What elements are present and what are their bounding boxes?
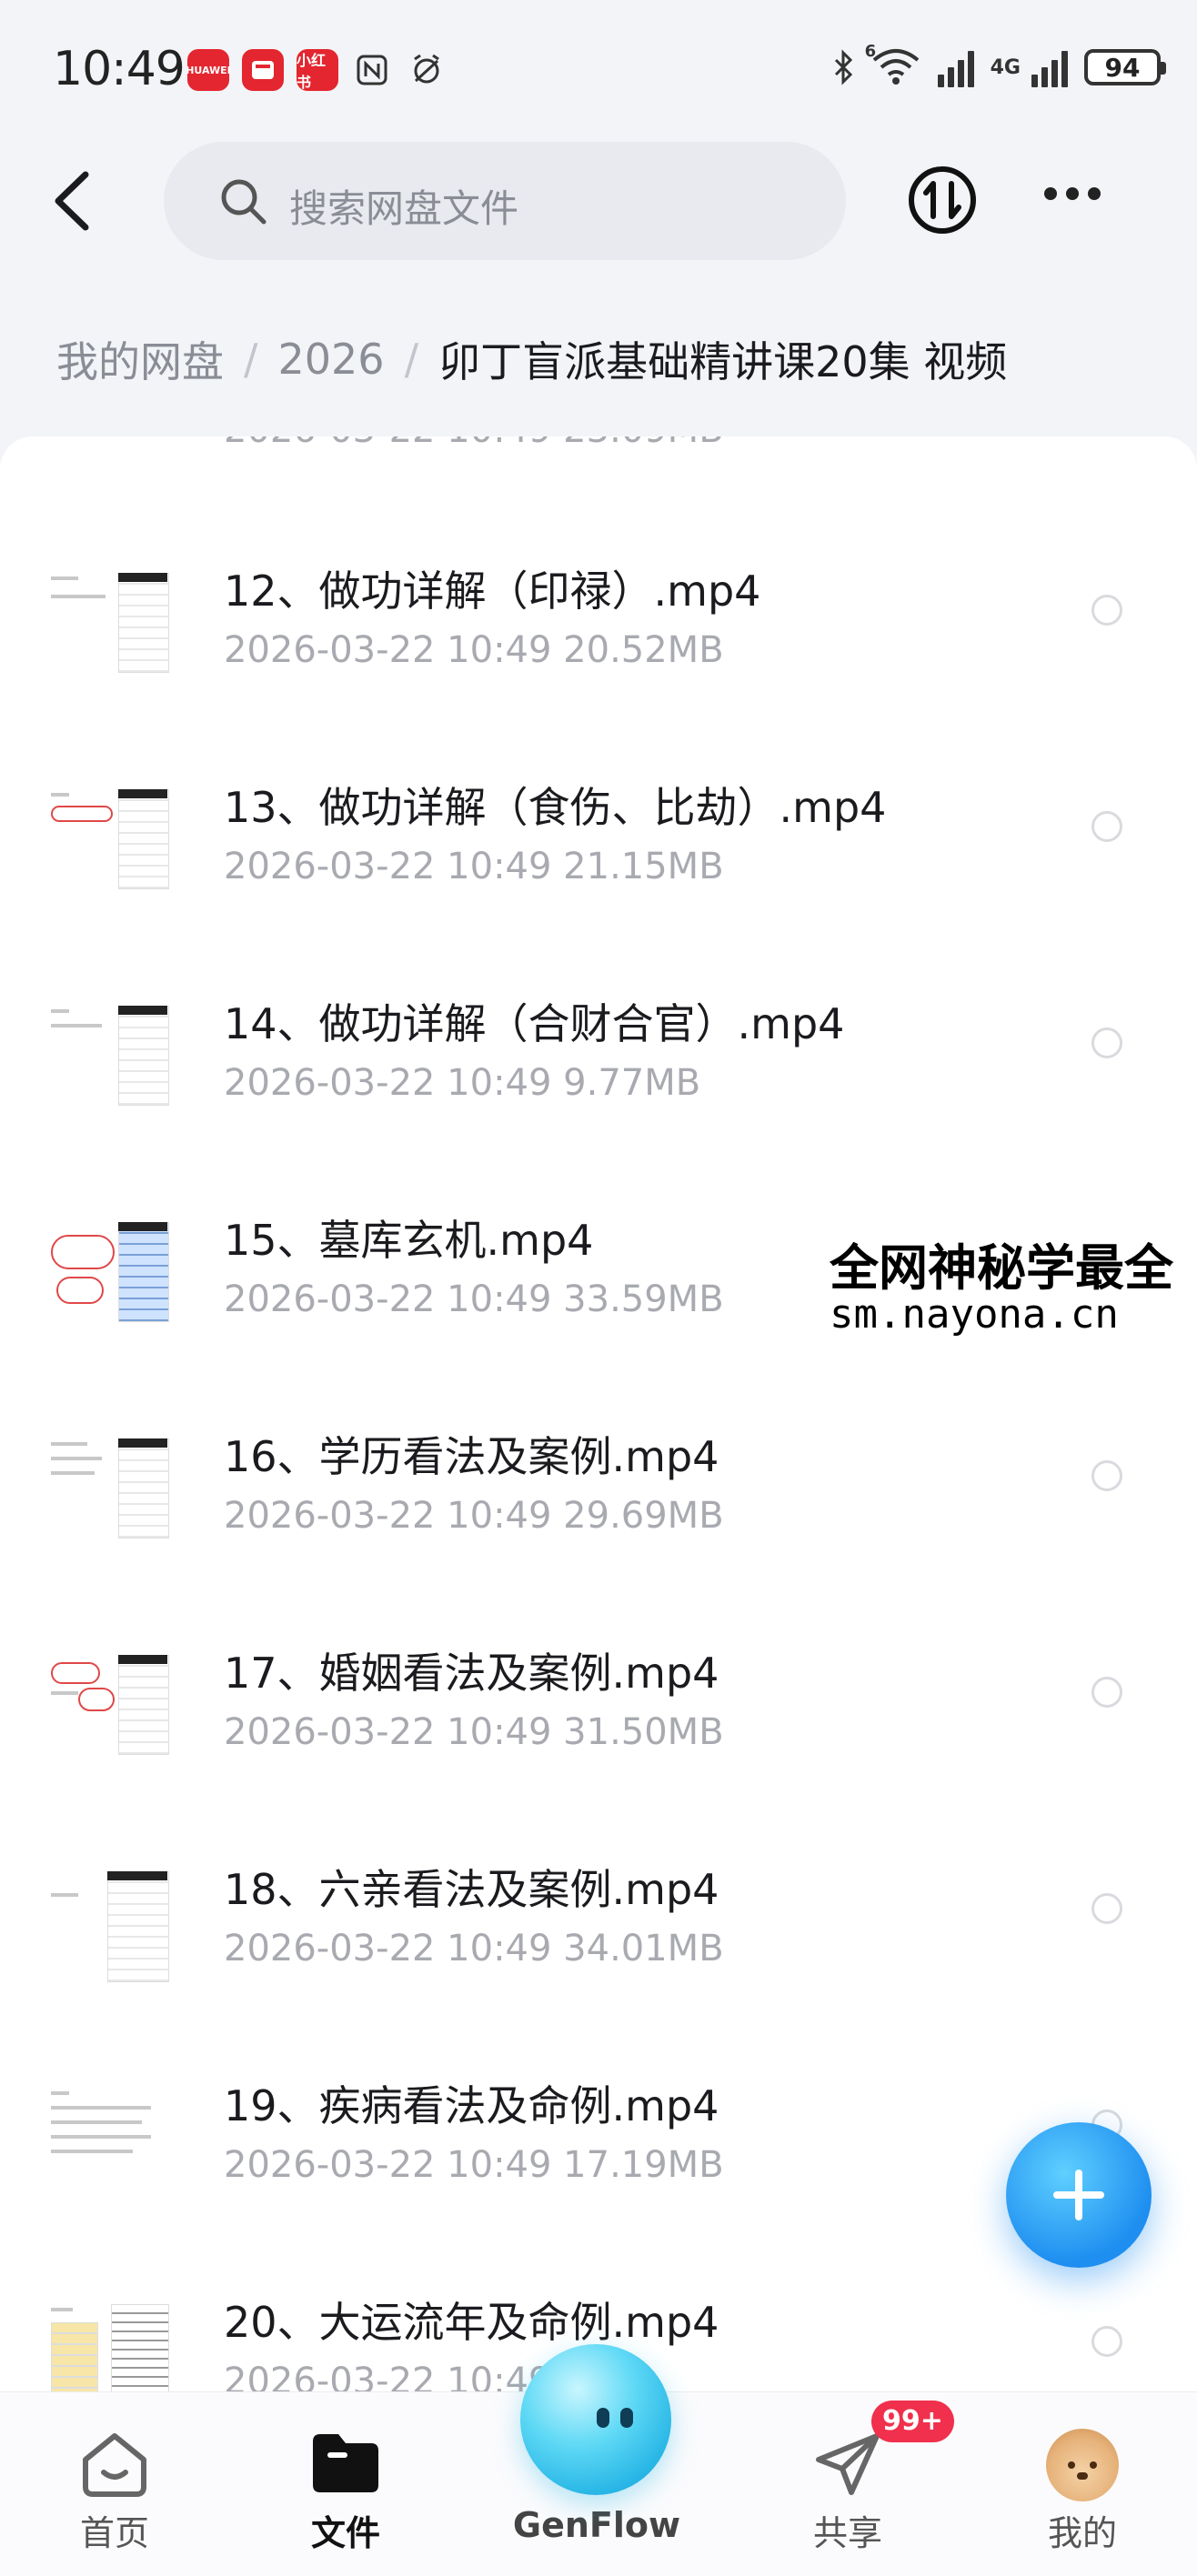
video-thumbnail [47,558,175,677]
file-name: 20、大运流年及命例.mp4 [224,2298,719,2347]
file-row[interactable]: 16、学历看法及案例.mp4 2026-03-22 10:49 29.69MB [0,1424,1197,1640]
file-meta: 2026-03-22 10:49 29.69MB [224,1495,724,1537]
transfer-list-button[interactable] [906,164,979,236]
file-row[interactable]: 18、六亲看法及案例.mp4 2026-03-22 10:49 34.01MB [0,1857,1197,2073]
file-meta: 2026-03-22 10:49 31.50MB [224,1711,724,1753]
video-thumbnail [47,1857,175,1982]
status-bar: 10:49 HUAWEI 小红书 6 4G 94 [0,0,1197,136]
select-radio[interactable] [1091,1893,1122,1924]
select-radio[interactable] [1091,2326,1122,2357]
watermark-title: 全网神秘学最全 [830,1239,1173,1297]
signal-bars-2-icon [1031,47,1068,87]
battery-indicator: 94 [1084,49,1166,85]
nfc-icon [351,49,393,91]
tab-home[interactable]: 首页 [24,2392,206,2576]
file-name: 16、学历看法及案例.mp4 [224,1432,719,1481]
breadcrumb-year-folder[interactable]: 2026 [278,335,385,384]
video-thumbnail [47,775,175,893]
file-name: 17、婚姻看法及案例.mp4 [224,1649,719,1698]
more-options-button[interactable] [1044,187,1101,200]
breadcrumb-current-folder: 卯丁盲派基础精讲课20集 视频 [438,337,1008,386]
file-name: 19、疾病看法及命例.mp4 [224,2081,719,2130]
more-dot [1088,187,1101,200]
video-thumbnail [47,1424,175,1542]
tab-label: 文件 [310,2513,380,2553]
system-status-icons: 6 4G 94 [832,42,1166,89]
select-radio[interactable] [1091,1677,1122,1708]
avatar [1046,2429,1119,2501]
breadcrumb-my-drive[interactable]: 我的网盘 [56,329,224,389]
tab-label: GenFlow [512,2505,681,2545]
video-thumbnail [47,2073,175,2191]
more-dot [1066,187,1079,200]
file-meta: 2026-03-22 10:49 9.77MB [224,1062,701,1104]
search-bar[interactable]: 搜索网盘文件 [164,142,846,260]
file-meta: 2026-03-22 10:49 34.01MB [224,1928,724,1970]
network-type-label: 4G [990,55,1021,79]
signal-bars-icon [937,47,974,87]
file-list: 2026-03-22 10:49 23.09MB 12、做功详解（印禄）.mp4… [0,436,1197,2391]
notification-icons: HUAWEI 小红书 [187,49,448,91]
bluetooth-icon [834,49,852,85]
wifi-label: 6 [864,42,877,61]
tab-label: 首页 [79,2513,149,2553]
huawei-app-icon: HUAWEI [187,49,229,91]
file-name: 13、做功详解（食伤、比劫）.mp4 [224,783,887,832]
alarm-off-icon [406,49,448,91]
file-meta-partial: 2026-03-22 10:49 23.09MB [224,436,724,451]
back-button[interactable] [47,169,102,233]
status-time: 10:49 [53,42,186,96]
file-row[interactable]: 14、做功详解（合财合官）.mp4 2026-03-22 10:49 9.77M… [0,991,1197,1208]
transfer-icon [909,166,976,234]
video-thumbnail [47,1208,175,1326]
breadcrumb-separator: / [244,335,258,384]
file-name: 12、做功详解（印禄）.mp4 [224,566,761,616]
file-name: 15、墓库玄机.mp4 [224,1216,594,1265]
video-thumbnail [47,2290,175,2391]
folder-icon [309,2429,382,2500]
video-thumbnail [47,1640,175,1759]
file-meta: 2026-03-22 10:49 17.19MB [224,2144,724,2186]
select-radio[interactable] [1091,1027,1122,1058]
breadcrumb: 我的网盘 / 2026 / 卯丁盲派基础精讲课20集 视频 [56,329,1007,389]
file-name: 14、做功详解（合财合官）.mp4 [224,999,845,1048]
tab-label: 共享 [812,2513,882,2553]
more-dot [1044,187,1057,200]
file-row[interactable]: 12、做功详解（印禄）.mp4 2026-03-22 10:49 20.52MB [0,558,1197,775]
select-radio[interactable] [1091,595,1122,626]
file-row[interactable]: 13、做功详解（食伤、比劫）.mp4 2026-03-22 10:49 21.1… [0,775,1197,991]
file-meta: 2026-03-22 10:49 33.59MB [224,1278,724,1320]
wifi-icon: 6 [865,42,921,89]
video-thumbnail [47,991,175,1109]
watermark-url: sm.nayona.cn [830,1291,1119,1338]
home-icon [78,2429,151,2503]
breadcrumb-separator: / [404,335,419,384]
file-meta: 2026-03-22 10:49 21.15MB [224,846,724,887]
add-button[interactable] [1006,2122,1152,2268]
genflow-orb-icon[interactable] [520,2344,671,2495]
tab-files[interactable]: 文件 [255,2392,437,2576]
tab-me[interactable]: 我的 [991,2392,1173,2576]
select-radio[interactable] [1091,811,1122,842]
paper-plane-icon [811,2429,884,2503]
note-app-icon [242,49,284,91]
chevron-left-icon [55,171,89,231]
search-icon [221,179,267,225]
xiaohongshu-app-icon: 小红书 [297,49,338,91]
search-placeholder: 搜索网盘文件 [289,186,519,231]
file-name: 18、六亲看法及案例.mp4 [224,1865,719,1914]
select-radio[interactable] [1091,1460,1122,1491]
file-meta: 2026-03-22 10:49 20.52MB [224,629,724,671]
share-notification-badge: 99+ [871,2401,954,2442]
tab-label: 我的 [1047,2513,1117,2553]
file-row[interactable]: 17、婚姻看法及案例.mp4 2026-03-22 10:49 31.50MB [0,1640,1197,1857]
